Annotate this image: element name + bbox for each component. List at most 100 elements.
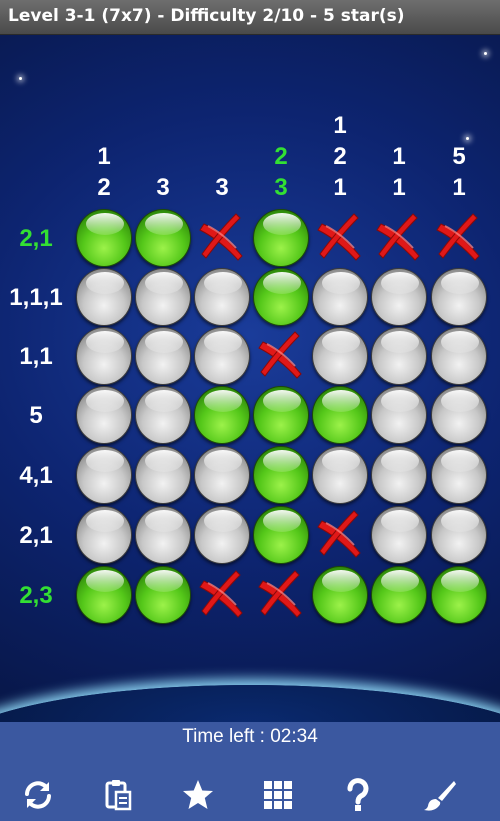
grid-cell[interactable] — [312, 507, 368, 563]
grid-cell[interactable] — [194, 386, 250, 444]
column-clue: 23 — [256, 141, 306, 203]
filled-ball — [312, 566, 368, 624]
empty-ball — [76, 506, 132, 564]
column-clue-number: 2 — [333, 143, 347, 170]
grid-cell[interactable] — [371, 268, 427, 326]
cross-mark-icon — [199, 213, 243, 261]
grid-cell[interactable] — [194, 327, 250, 385]
grid-cell[interactable] — [371, 566, 427, 624]
refresh-icon — [21, 778, 55, 816]
star-button[interactable] — [168, 774, 228, 820]
sparkle — [484, 52, 487, 55]
help-button[interactable] — [328, 774, 388, 820]
game-board: 1 2 3 3 2 3 1 2 1 1 1 5 1 2,1 1,1,1 1,1 5 4,1 2,1 2,3 — [0, 35, 500, 722]
filled-ball — [371, 566, 427, 624]
filled-ball — [253, 446, 309, 504]
grid-cell[interactable] — [76, 327, 132, 385]
grid-cell[interactable] — [253, 386, 309, 444]
grid-cell[interactable] — [135, 566, 191, 624]
cross-mark-icon — [376, 213, 420, 261]
level-title: Level 3-1 (7x7) - Difficulty 2/10 - 5 st… — [8, 6, 405, 26]
row-clue: 2,1 — [19, 225, 53, 252]
grid-cell[interactable] — [253, 209, 309, 267]
grid-cell[interactable] — [76, 268, 132, 326]
column-clue-number: 1 — [452, 174, 466, 201]
grid-cell[interactable] — [76, 209, 132, 267]
cross-mark-icon — [317, 510, 361, 558]
grid-cell[interactable] — [431, 566, 487, 624]
cross-mark-icon — [317, 213, 361, 261]
clipboard-button[interactable] — [88, 774, 148, 820]
sparkle — [19, 77, 22, 80]
filled-ball — [312, 386, 368, 444]
grid-cell[interactable] — [312, 327, 368, 385]
grid-cell[interactable] — [371, 386, 427, 444]
grid-cell[interactable] — [253, 506, 309, 564]
column-clue-number: 1 — [97, 143, 111, 170]
empty-ball — [431, 446, 487, 504]
grid-cell[interactable] — [194, 506, 250, 564]
grid-button[interactable] — [248, 774, 308, 820]
column-clue: 12 — [79, 141, 129, 203]
empty-ball — [371, 386, 427, 444]
grid-cell[interactable] — [135, 506, 191, 564]
grid-cell[interactable] — [135, 446, 191, 504]
grid-cell[interactable] — [253, 268, 309, 326]
grid-cell[interactable] — [194, 567, 250, 623]
filled-ball — [253, 506, 309, 564]
grid-cell[interactable] — [371, 210, 427, 266]
row-clue: 2,3 — [19, 582, 53, 609]
grid-cell[interactable] — [76, 446, 132, 504]
grid-cell[interactable] — [76, 506, 132, 564]
empty-ball — [194, 268, 250, 326]
grid-cell[interactable] — [431, 210, 487, 266]
empty-ball — [194, 506, 250, 564]
grid-cell[interactable] — [194, 210, 250, 266]
filled-ball — [76, 209, 132, 267]
empty-ball — [76, 327, 132, 385]
grid-cell[interactable] — [253, 446, 309, 504]
grid-cell[interactable] — [431, 386, 487, 444]
grid-cell[interactable] — [371, 506, 427, 564]
grid-cell[interactable] — [371, 446, 427, 504]
grid-cell[interactable] — [135, 268, 191, 326]
grid-cell[interactable] — [76, 386, 132, 444]
grid-cell[interactable] — [312, 386, 368, 444]
grid-cell[interactable] — [312, 268, 368, 326]
cross-mark-icon — [436, 213, 480, 261]
grid-cell[interactable] — [431, 446, 487, 504]
column-clue-number: 5 — [452, 143, 466, 170]
grid-cell[interactable] — [253, 328, 309, 384]
brush-button[interactable] — [410, 774, 470, 820]
refresh-button[interactable] — [8, 774, 68, 820]
grid-icon — [261, 778, 295, 816]
grid-cell[interactable] — [194, 446, 250, 504]
grid-cell[interactable] — [135, 327, 191, 385]
grid-cell[interactable] — [194, 268, 250, 326]
filled-ball — [194, 386, 250, 444]
star-icon — [181, 778, 215, 816]
column-clue-number: 2 — [274, 143, 288, 170]
grid-cell[interactable] — [431, 506, 487, 564]
grid-cell[interactable] — [135, 386, 191, 444]
empty-ball — [135, 446, 191, 504]
grid-cell[interactable] — [312, 446, 368, 504]
grid-cell[interactable] — [135, 209, 191, 267]
empty-ball — [135, 327, 191, 385]
grid-cell[interactable] — [253, 567, 309, 623]
empty-ball — [76, 446, 132, 504]
grid-cell[interactable] — [431, 327, 487, 385]
cross-mark-icon — [258, 331, 302, 379]
empty-ball — [371, 327, 427, 385]
grid-cell[interactable] — [312, 210, 368, 266]
column-clue-number: 3 — [215, 174, 229, 201]
filled-ball — [253, 268, 309, 326]
grid-cell[interactable] — [371, 327, 427, 385]
empty-ball — [431, 268, 487, 326]
grid-cell[interactable] — [431, 268, 487, 326]
grid-cell[interactable] — [312, 566, 368, 624]
grid-cell[interactable] — [76, 566, 132, 624]
help-icon — [341, 778, 375, 816]
column-clue: 3 — [197, 172, 247, 203]
column-clue-number: 1 — [392, 143, 406, 170]
